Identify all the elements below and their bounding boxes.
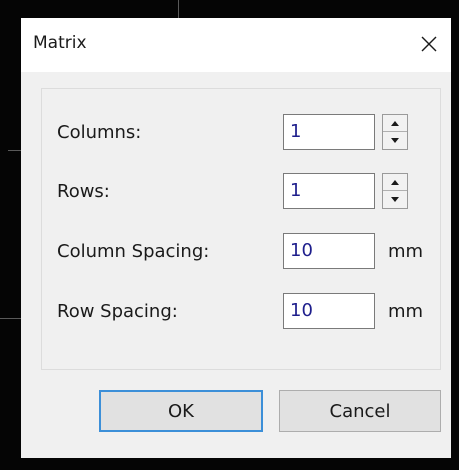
spin-up-arrow-icon bbox=[391, 179, 399, 185]
rows-label: Rows: bbox=[57, 181, 110, 202]
columns-input[interactable]: 1 bbox=[283, 114, 375, 150]
columns-spin-down-button[interactable] bbox=[383, 132, 407, 148]
close-icon bbox=[421, 36, 437, 52]
spin-up-arrow-icon bbox=[391, 120, 399, 126]
columns-spin-up-button[interactable] bbox=[383, 115, 407, 132]
dialog-title-bar: Matrix bbox=[21, 18, 451, 72]
canvas-gridline bbox=[178, 0, 179, 18]
rows-spin-up-button[interactable] bbox=[383, 174, 407, 191]
row-spacing-input[interactable]: 10 bbox=[283, 293, 375, 329]
columns-label: Columns: bbox=[57, 122, 142, 143]
spin-down-arrow-icon bbox=[391, 137, 399, 143]
dialog-title: Matrix bbox=[33, 33, 87, 53]
canvas-gridline bbox=[8, 150, 21, 151]
row-spacing-unit: mm bbox=[388, 301, 424, 322]
rows-spin-down-button[interactable] bbox=[383, 191, 407, 207]
column-spacing-unit: mm bbox=[388, 241, 424, 262]
row-spacing-label: Row Spacing: bbox=[57, 301, 178, 322]
matrix-dialog: Matrix Columns: 1 Rows: 1 Column Spacing… bbox=[21, 18, 451, 458]
column-spacing-label: Column Spacing: bbox=[57, 241, 210, 262]
column-spacing-input[interactable]: 10 bbox=[283, 233, 375, 269]
spin-down-arrow-icon bbox=[391, 196, 399, 202]
ok-button[interactable]: OK bbox=[99, 390, 263, 432]
rows-spinner bbox=[382, 173, 408, 209]
rows-input[interactable]: 1 bbox=[283, 173, 375, 209]
cancel-button[interactable]: Cancel bbox=[279, 390, 441, 432]
close-button[interactable] bbox=[415, 30, 443, 58]
columns-spinner bbox=[382, 114, 408, 150]
canvas-gridline bbox=[0, 318, 21, 319]
